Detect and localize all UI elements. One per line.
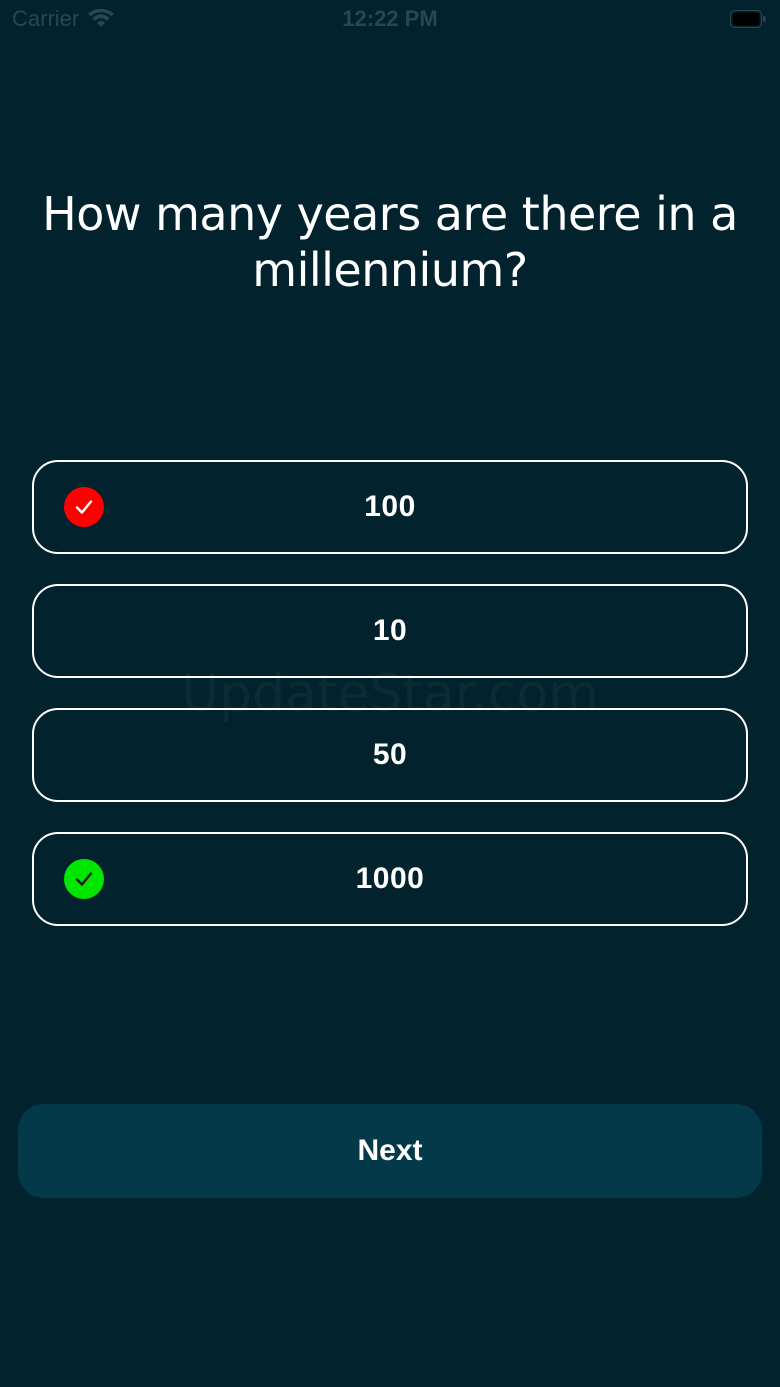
answer-option-10[interactable]: 10 (32, 584, 748, 678)
answer-option-50[interactable]: 50 (32, 708, 748, 802)
answer-option-label: 50 (372, 738, 408, 771)
next-button[interactable]: Next (18, 1104, 762, 1198)
correct-answer-check-icon (64, 859, 104, 899)
battery-icon (730, 10, 766, 28)
answer-option-1000[interactable]: 1000 (32, 832, 748, 926)
answer-option-label: 1000 (355, 862, 425, 895)
wrong-answer-check-icon (64, 487, 104, 527)
answer-option-label: 100 (364, 490, 416, 523)
status-time: 12:22 PM (342, 6, 438, 31)
question-text: How many years are there in a millennium… (42, 187, 738, 297)
answer-option-100[interactable]: 100 (32, 460, 748, 554)
answer-option-label: 10 (372, 614, 408, 647)
status-bar: Carrier 12:22 PM (0, 0, 780, 40)
answer-options: 100 10 50 1000 (32, 460, 748, 956)
